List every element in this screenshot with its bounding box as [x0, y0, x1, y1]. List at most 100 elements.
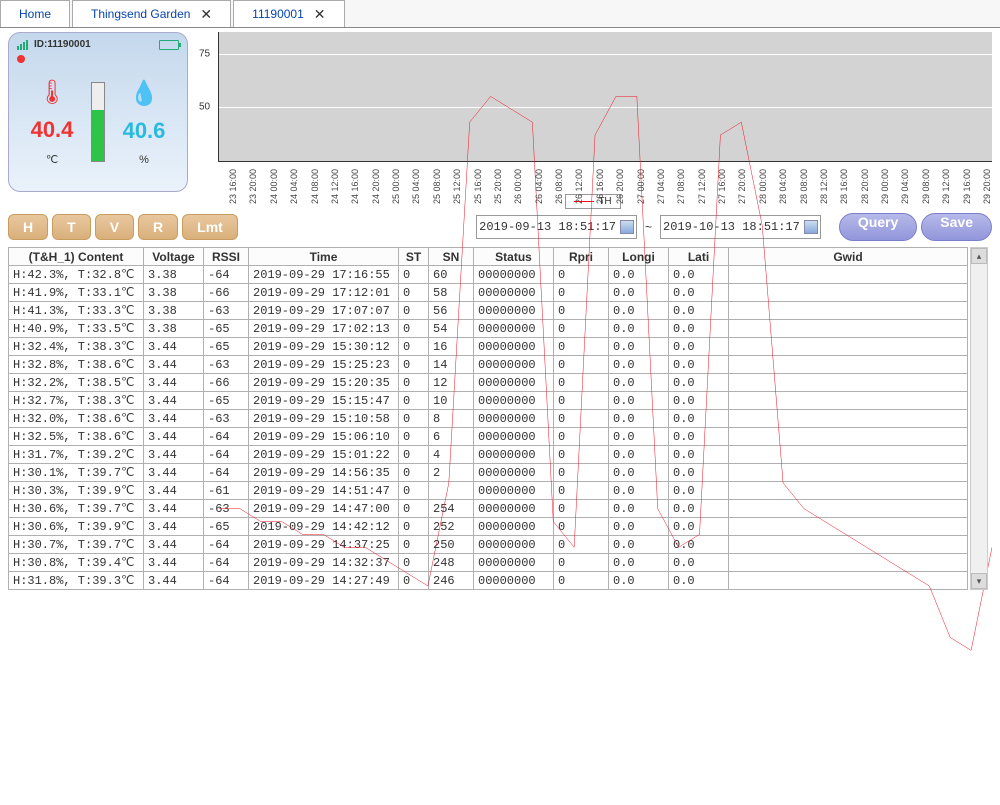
- x-tick: 28 04:00: [778, 164, 788, 204]
- cell: H:32.7%, T:38.3℃: [9, 392, 144, 410]
- x-tick: 26 20:00: [615, 164, 625, 204]
- t-button[interactable]: T: [52, 214, 91, 240]
- x-tick: 24 20:00: [371, 164, 381, 204]
- x-tick: 25 00:00: [391, 164, 401, 204]
- tab-home[interactable]: Home: [0, 0, 70, 27]
- cell: H:40.9%, T:33.5℃: [9, 320, 144, 338]
- x-tick: 29 00:00: [880, 164, 890, 204]
- signal-icon: [17, 40, 28, 50]
- x-tick: 27 16:00: [717, 164, 727, 204]
- temperature-unit: ℃: [17, 153, 87, 166]
- x-tick: 28 12:00: [819, 164, 829, 204]
- col-header[interactable]: Voltage: [144, 248, 204, 266]
- cell: H:31.7%, T:39.2℃: [9, 446, 144, 464]
- cell: H:30.1%, T:39.7℃: [9, 464, 144, 482]
- cell: 3.38: [144, 284, 204, 302]
- record-indicator-icon: [17, 55, 25, 63]
- x-tick: 23 20:00: [248, 164, 258, 204]
- x-tick: 28 16:00: [839, 164, 849, 204]
- cell: H:32.8%, T:38.6℃: [9, 356, 144, 374]
- x-tick: 27 20:00: [737, 164, 747, 204]
- tab-bar: Home Thingsend Garden ✕ 11190001 ✕: [0, 0, 1000, 28]
- close-icon[interactable]: ✕: [200, 6, 212, 23]
- cell: H:30.7%, T:39.7℃: [9, 536, 144, 554]
- x-tick: 24 16:00: [350, 164, 360, 204]
- x-tick: 27 00:00: [636, 164, 646, 204]
- cell: 3.44: [144, 518, 204, 536]
- cell: H:41.3%, T:33.3℃: [9, 302, 144, 320]
- tab-label: Thingsend Garden: [91, 7, 190, 21]
- y-tick: 50: [199, 102, 210, 113]
- thermometer-icon: 🌡: [17, 78, 87, 107]
- x-tick: 27 08:00: [676, 164, 686, 204]
- tab-11190001[interactable]: 11190001 ✕: [233, 0, 344, 27]
- h-button[interactable]: H: [8, 214, 48, 240]
- cell: 3.44: [144, 338, 204, 356]
- x-tick: 28 08:00: [799, 164, 809, 204]
- scroll-down-button[interactable]: ▾: [971, 573, 987, 589]
- cell: H:42.3%, T:32.8℃: [9, 266, 144, 284]
- x-tick: 26 12:00: [574, 164, 584, 204]
- cell: 3.44: [144, 464, 204, 482]
- battery-icon: [159, 40, 179, 50]
- cell: 3.44: [144, 428, 204, 446]
- x-tick: 26 04:00: [534, 164, 544, 204]
- cell: 3.44: [144, 554, 204, 572]
- x-tick: 26 16:00: [595, 164, 605, 204]
- x-tick: 28 20:00: [860, 164, 870, 204]
- x-tick: 24 08:00: [310, 164, 320, 204]
- cell: H:30.3%, T:39.9℃: [9, 482, 144, 500]
- x-tick: 29 16:00: [962, 164, 972, 204]
- cell: H:30.8%, T:39.4℃: [9, 554, 144, 572]
- cell: 3.44: [144, 392, 204, 410]
- cell: 3.44: [144, 356, 204, 374]
- droplet-icon: 💧: [109, 79, 179, 108]
- cell: H:41.9%, T:33.1℃: [9, 284, 144, 302]
- device-id: ID:11190001: [34, 39, 159, 50]
- chart-plot[interactable]: 5075: [218, 32, 992, 162]
- vertical-scrollbar[interactable]: ▴ ▾: [970, 247, 988, 590]
- x-tick: 25 08:00: [432, 164, 442, 204]
- cell: H:32.4%, T:38.3℃: [9, 338, 144, 356]
- humidity-value: 40.6: [109, 118, 179, 144]
- x-tick: 24 04:00: [289, 164, 299, 204]
- cell: H:32.0%, T:38.6℃: [9, 410, 144, 428]
- r-button[interactable]: R: [138, 214, 178, 240]
- close-icon[interactable]: ✕: [314, 6, 326, 23]
- cell: 3.44: [144, 572, 204, 590]
- x-tick: 29 08:00: [921, 164, 931, 204]
- cell: 3.38: [144, 302, 204, 320]
- x-tick: 29 12:00: [941, 164, 951, 204]
- tab-thingsend-garden[interactable]: Thingsend Garden ✕: [72, 0, 231, 27]
- cell: H:30.6%, T:39.9℃: [9, 518, 144, 536]
- x-tick: 24 00:00: [269, 164, 279, 204]
- cell: 3.44: [144, 446, 204, 464]
- cell: 3.38: [144, 266, 204, 284]
- level-gauge: [91, 82, 105, 162]
- x-tick: 23 16:00: [228, 164, 238, 204]
- device-card: ID:11190001 🌡 40.4 ℃ 💧 40.6 %: [8, 32, 188, 192]
- cell: 3.44: [144, 410, 204, 428]
- tab-label: 11190001: [252, 7, 304, 21]
- cell: H:32.2%, T:38.5℃: [9, 374, 144, 392]
- x-tick: 25 16:00: [473, 164, 483, 204]
- v-button[interactable]: V: [95, 214, 134, 240]
- cell: 3.38: [144, 320, 204, 338]
- x-tick: 27 04:00: [656, 164, 666, 204]
- cell: H:31.8%, T:39.3℃: [9, 572, 144, 590]
- col-header[interactable]: (T&H_1) Content: [9, 248, 144, 266]
- x-tick: 25 12:00: [452, 164, 462, 204]
- x-tick: 27 12:00: [697, 164, 707, 204]
- scroll-up-button[interactable]: ▴: [971, 248, 987, 264]
- cell: 3.44: [144, 482, 204, 500]
- x-tick: 26 00:00: [513, 164, 523, 204]
- x-tick: 24 12:00: [330, 164, 340, 204]
- x-tick: 25 04:00: [411, 164, 421, 204]
- chart-panel: 5075 23 16:0023 20:0024 00:0024 04:0024 …: [194, 32, 992, 207]
- y-tick: 75: [199, 48, 210, 59]
- cell: 3.44: [144, 374, 204, 392]
- cell: H:30.6%, T:39.7℃: [9, 500, 144, 518]
- humidity-unit: %: [109, 154, 179, 166]
- x-tick: 29 20:00: [982, 164, 992, 204]
- temperature-value: 40.4: [17, 117, 87, 143]
